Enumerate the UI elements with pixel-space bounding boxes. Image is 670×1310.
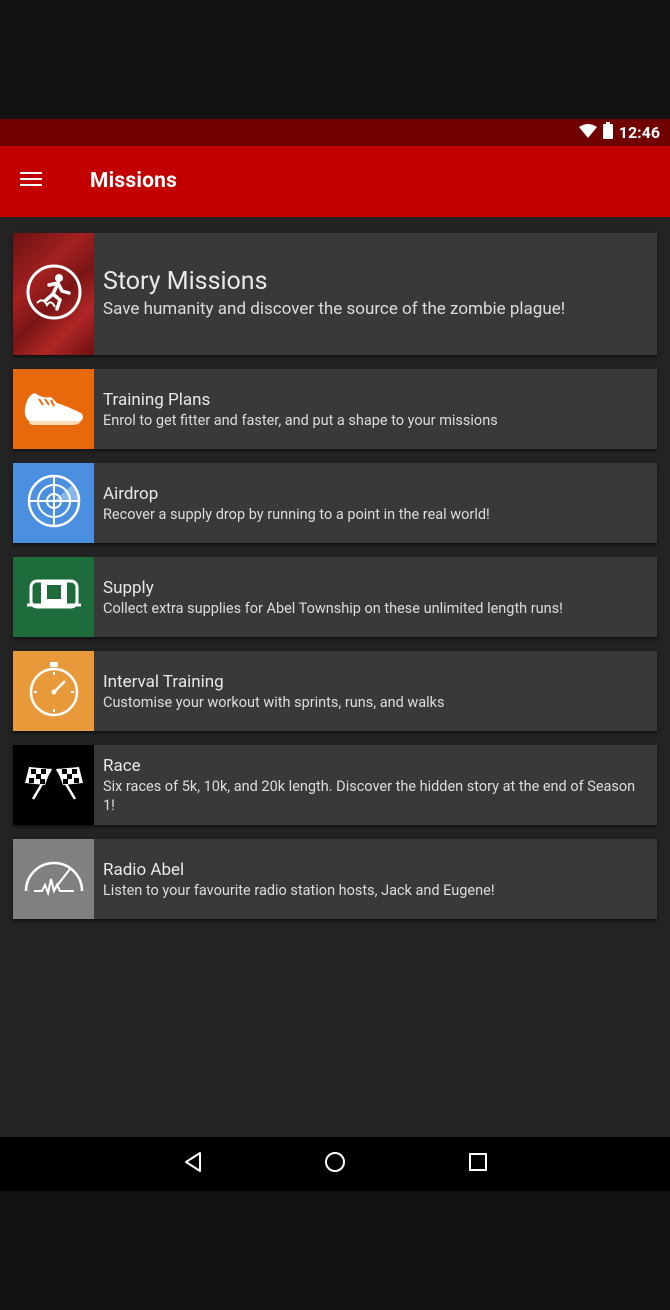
mission-airdrop-text: Airdrop Recover a supply drop by running… [103, 463, 643, 543]
back-button[interactable] [163, 1137, 223, 1191]
mission-title: Interval Training [103, 671, 224, 692]
missions-list: Story Missions Save humanity and discove… [0, 217, 670, 1137]
mission-interval-training-text: Interval Training Customise your workout… [103, 651, 643, 731]
mission-radio-abel[interactable]: Radio Abel Listen to your favourite radi… [13, 839, 657, 919]
status-time: 12:46 [618, 123, 660, 142]
mission-training-plans[interactable]: Training Plans Enrol to get fitter and f… [13, 369, 657, 449]
mission-description: Collect extra supplies for Abel Township… [103, 599, 563, 617]
navigation-bar [0, 1137, 670, 1191]
status-icons: 12:46 [578, 119, 660, 146]
status-bar: 12:46 [0, 119, 670, 146]
stopwatch-icon [27, 660, 81, 722]
mission-supply-text: Supply Collect extra supplies for Abel T… [103, 557, 643, 637]
mission-training-plans-text: Training Plans Enrol to get fitter and f… [103, 369, 643, 449]
mission-airdrop[interactable]: Airdrop Recover a supply drop by running… [13, 463, 657, 543]
mission-title: Race [103, 756, 141, 776]
mission-description: Six races of 5k, 10k, and 20k length. Di… [103, 778, 636, 814]
recents-icon [468, 1152, 488, 1176]
home-button[interactable] [305, 1137, 365, 1191]
mission-description: Customise your workout with sprints, run… [103, 693, 445, 711]
top-letterbox [0, 0, 670, 119]
mission-airdrop-thumbnail [13, 463, 94, 543]
mission-radio-abel-text: Radio Abel Listen to your favourite radi… [103, 839, 643, 919]
mission-supply[interactable]: Supply Collect extra supplies for Abel T… [13, 557, 657, 637]
menu-button[interactable] [10, 162, 52, 200]
mission-story[interactable]: Story Missions Save humanity and discove… [13, 233, 657, 355]
shoe-icon [21, 385, 87, 433]
mission-title: Airdrop [103, 483, 159, 504]
mission-radio-abel-thumbnail [13, 839, 94, 919]
mission-title: Training Plans [103, 389, 211, 410]
radio-signal-icon [22, 857, 86, 901]
mission-training-plans-thumbnail [13, 369, 94, 449]
mission-race[interactable]: Race Six races of 5k, 10k, and 20k lengt… [13, 745, 657, 825]
mission-story-text: Story Missions Save humanity and discove… [103, 233, 643, 355]
supply-crate-icon [25, 575, 83, 619]
home-icon [324, 1151, 346, 1177]
mission-title: Radio Abel [103, 859, 185, 880]
radar-icon [26, 473, 82, 533]
mission-story-thumbnail [13, 233, 94, 355]
mission-description: Enrol to get fitter and faster, and put … [103, 411, 498, 429]
recents-button[interactable] [448, 1137, 508, 1191]
battery-icon [602, 122, 613, 143]
mission-description: Recover a supply drop by running to a po… [103, 505, 490, 523]
mission-supply-thumbnail [13, 557, 94, 637]
mission-interval-training[interactable]: Interval Training Customise your workout… [13, 651, 657, 731]
mission-description: Listen to your favourite radio station h… [103, 881, 495, 899]
mission-title: Story Missions [103, 267, 268, 296]
mission-interval-training-thumbnail [13, 651, 94, 731]
checkered-flags-icon [23, 763, 85, 807]
app-bar: Missions [0, 146, 670, 217]
back-icon [183, 1151, 203, 1177]
wifi-icon [578, 123, 597, 142]
mission-description: Save humanity and discover the source of… [103, 299, 566, 319]
bottom-letterbox [0, 1191, 670, 1310]
running-figure-icon [25, 263, 83, 325]
mission-race-thumbnail [13, 745, 94, 825]
mission-race-text: Race Six races of 5k, 10k, and 20k lengt… [103, 745, 643, 825]
hamburger-menu-icon [20, 171, 42, 191]
mission-title: Supply [103, 577, 154, 598]
page-title: Missions [90, 169, 178, 193]
